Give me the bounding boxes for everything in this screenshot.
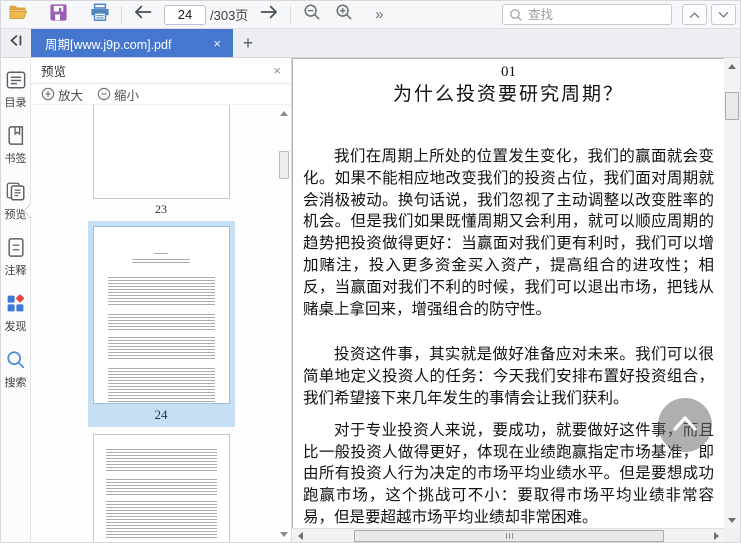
circle-plus-icon [41,87,55,101]
zoom-out-button[interactable] [299,3,325,27]
more-tools-button[interactable]: » [365,3,391,27]
find-previous-button[interactable] [682,4,707,25]
thumbnail-list: 23 24 [31,105,291,542]
open-file-button[interactable] [5,3,31,27]
new-tab-button[interactable]: + [233,29,263,57]
tab-document[interactable]: 周期[www.j9p.com].pdf × [31,29,233,57]
find-next-button[interactable] [711,4,736,25]
search-icon [5,349,26,375]
chevron-left-bar-icon [8,33,24,53]
thumbnail-page-23[interactable]: 23 [92,105,230,221]
sidebar-item-annotations[interactable]: 注释 [1,237,31,277]
toolbar-separator [290,5,292,24]
chevron-up-icon [670,413,700,438]
vertical-scrollbar-thumb[interactable] [725,92,739,120]
scroll-up-arrow[interactable] [278,107,290,119]
bookmark-book-icon [6,125,26,151]
tab-close-icon[interactable]: × [209,36,225,51]
left-sidebar: 目录 书签 预览 注释 发现 搜索 [1,58,31,542]
thumbnail-page-number: 24 [154,407,168,422]
document-view: 01 为什么投资要研究周期？ 我们在周期上所处的位置发生变化，我们的赢面就会变化… [292,58,740,542]
scroll-down-arrow[interactable] [724,512,740,528]
sidebar-item-search[interactable]: 搜索 [1,349,31,389]
thumbnail-zoom-out-button[interactable]: 缩小 [97,85,139,104]
close-icon[interactable]: × [273,63,281,78]
pdf-page: 01 为什么投资要研究周期？ 我们在周期上所处的位置发生变化，我们的赢面就会变化… [292,58,724,528]
preview-scrollbar-thumb[interactable] [279,151,289,179]
thumbnail-image [92,434,230,542]
vertical-scrollbar[interactable] [724,58,740,528]
next-page-button[interactable] [256,3,282,27]
sidebar-item-label: 注释 [4,265,27,277]
find-box [502,4,672,25]
circle-minus-icon [97,87,111,101]
print-button[interactable] [87,3,113,27]
thumbnail-page-24[interactable]: 24 [87,221,235,427]
tab-bar: 周期[www.j9p.com].pdf × + [1,29,740,58]
magnifier-plus-icon [335,3,353,26]
thumbnail-page-25[interactable]: 25 [92,434,230,542]
magnifier-minus-icon [303,3,321,26]
scrollbar-corner [724,528,740,542]
chevron-down-icon [718,6,729,24]
printer-icon [90,3,110,27]
preview-scrollbar[interactable] [278,107,290,540]
toolbar-separator [121,5,122,24]
annotation-page-icon [6,237,26,263]
find-input[interactable] [528,7,665,22]
collapse-tabs-button[interactable] [1,29,31,57]
horizontal-scrollbar-thumb[interactable] [354,530,664,542]
zoom-in-button[interactable] [331,3,357,27]
paragraph: 投资这件事，其实就是做好准备应对未来。我们可以很简单地定义投资人的任务：今天我们… [303,346,714,407]
preview-zoom-toolbar: 放大 缩小 [31,84,291,105]
sidebar-item-label: 目录 [4,97,27,109]
arrow-right-icon [259,4,279,25]
preview-panel-header: 预览 × [31,58,291,84]
chapter-title: 为什么投资要研究周期？ [392,84,624,105]
sidebar-item-label: 搜索 [4,377,27,389]
sidebar-item-toc[interactable]: 目录 [1,70,31,109]
thumbnail-page-number: 23 [155,202,167,216]
preview-pages-icon [5,181,27,207]
chevron-double-right-icon: » [375,6,383,23]
tab-label: 周期[www.j9p.com].pdf [45,37,172,52]
thumbnail-image [92,105,230,199]
sidebar-item-label: 发现 [4,321,27,333]
thumbnail-image [92,226,230,404]
scroll-up-arrow[interactable] [724,58,740,74]
zoom-out-label: 缩小 [114,88,140,103]
arrow-left-icon [133,4,153,25]
thumbnail-zoom-in-button[interactable]: 放大 [41,85,83,104]
pdf-reader-window: /303页 » [0,0,741,543]
paragraph: 对于专业投资人来说，要成功，就要做好这件事，而且比一般投资人做得更好，体现在业绩… [303,421,714,526]
toc-icon [5,70,27,95]
sidebar-item-discover[interactable]: 发现 [1,293,31,333]
chapter-number: 01 [501,64,516,80]
prev-page-button[interactable] [130,3,156,27]
zoom-in-label: 放大 [58,88,84,103]
main-area: 目录 书签 预览 注释 发现 搜索 预览 × 放大 缩小 23 24 01 为什… [1,58,740,542]
sidebar-item-bookmarks[interactable]: 书签 [1,125,31,165]
save-button[interactable] [45,3,71,27]
preview-panel: 预览 × 放大 缩小 23 24 [22,58,292,542]
back-to-top-button[interactable] [658,398,712,452]
horizontal-scrollbar[interactable] [292,528,724,542]
search-icon [509,8,523,22]
discover-grid-icon [5,293,26,319]
save-floppy-icon [49,3,68,27]
scroll-down-arrow[interactable] [278,528,290,540]
page-number-input[interactable] [164,4,206,25]
chevron-up-icon [689,6,700,24]
top-toolbar: /303页 » [1,1,740,29]
paragraph: 我们在周期上所处的位置发生变化，我们的赢面就会变化。如果不能相应地改变我们的投资… [303,148,714,318]
scroll-left-arrow[interactable] [292,529,308,543]
scroll-right-arrow[interactable] [708,529,724,543]
folder-open-icon [7,3,29,26]
page-total-label: /303页 [210,8,249,23]
sidebar-item-label: 书签 [4,153,27,165]
preview-panel-title: 预览 [41,65,67,79]
